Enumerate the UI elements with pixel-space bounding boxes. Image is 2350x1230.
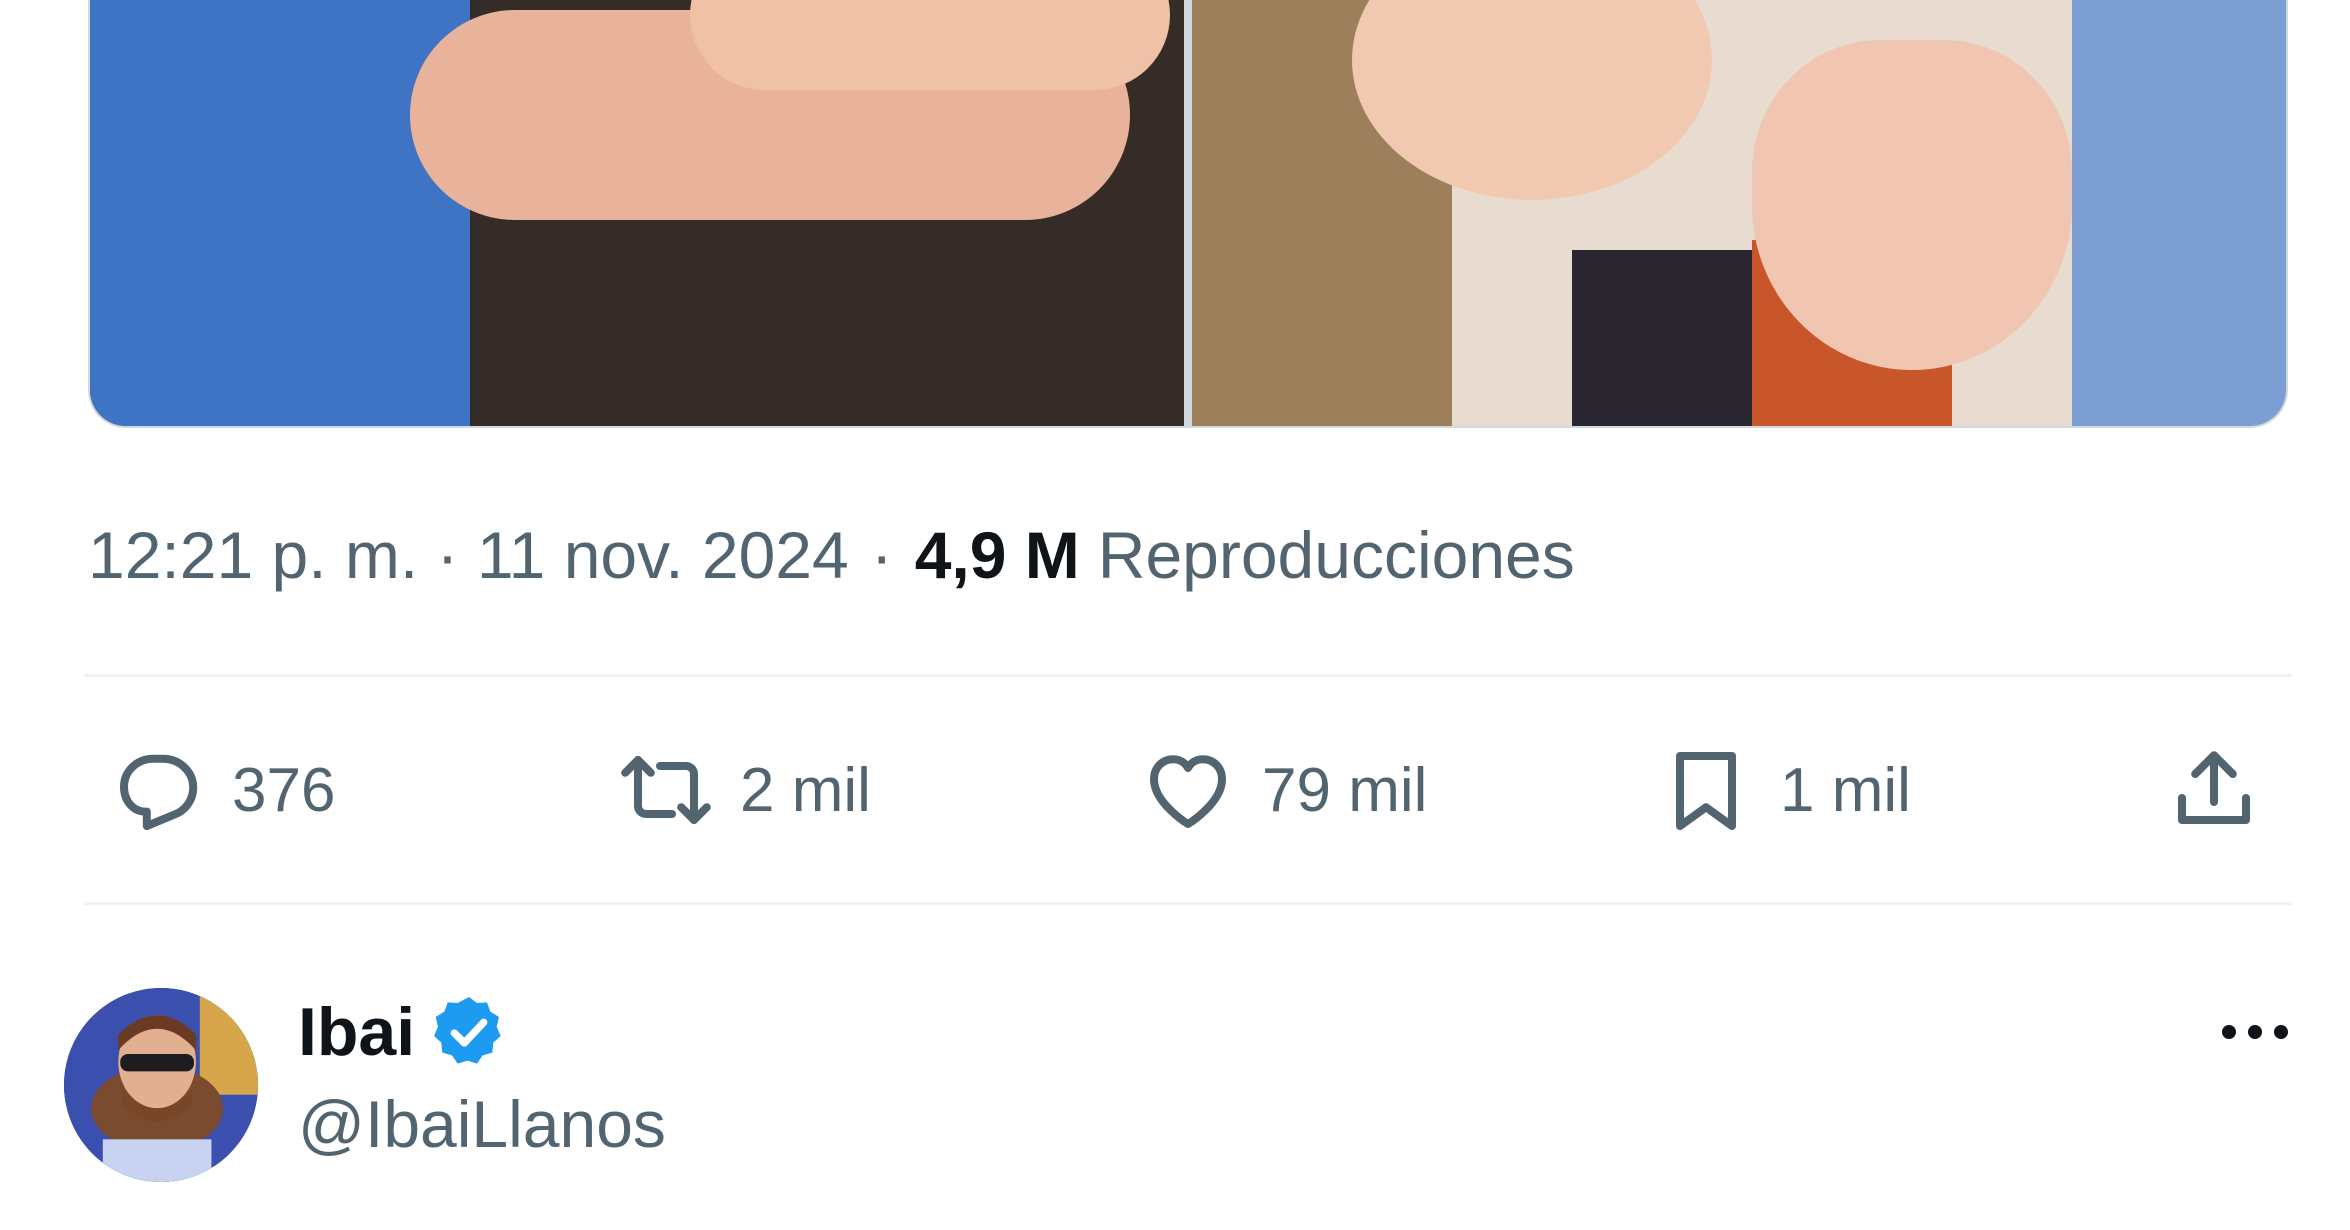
like-count: 79 mil: [1262, 755, 1428, 825]
divider: [84, 674, 2292, 677]
avatar-image: [64, 988, 258, 1182]
views-count: 4,9 M: [914, 518, 1080, 592]
author-name-row[interactable]: Ibai: [298, 990, 509, 1074]
verified-badge-icon[interactable]: [429, 992, 509, 1072]
retweet-button[interactable]: 2 mil: [618, 735, 871, 845]
views-label: Reproducciones: [1097, 518, 1575, 592]
bookmark-count: 1 mil: [1780, 755, 1911, 825]
tweet-meta: 12:21 p. m. · 11 nov. 2024 · 4,9 M Repro…: [88, 515, 1575, 595]
reply-count: 376: [232, 755, 336, 825]
retweet-icon: [621, 756, 711, 824]
like-button[interactable]: 79 mil: [1140, 735, 1427, 845]
tweet-photo-right[interactable]: [1192, 0, 2286, 426]
reply-button[interactable]: 376: [110, 735, 335, 845]
share-icon: [2178, 751, 2250, 824]
more-dot-icon: [2274, 1025, 2288, 1039]
tweet-action-bar: 376 2 mil 79 mil 1 mil: [88, 735, 2288, 845]
reply-icon: [120, 754, 198, 830]
meta-separator: ·: [870, 518, 893, 592]
tweet-timestamp[interactable]: 12:21 p. m. · 11 nov. 2024: [88, 517, 849, 593]
bookmark-button[interactable]: 1 mil: [1658, 735, 1911, 845]
more-dot-icon: [2222, 1025, 2236, 1039]
tweet-photo-left[interactable]: [90, 0, 1184, 426]
divider: [84, 902, 2292, 905]
more-dot-icon: [2248, 1025, 2262, 1039]
share-button[interactable]: [2166, 735, 2262, 845]
author-name[interactable]: Ibai: [298, 993, 415, 1071]
author-handle[interactable]: @IbaiLlanos: [298, 1086, 666, 1162]
avatar[interactable]: [64, 988, 258, 1182]
tweet-media-grid[interactable]: [88, 0, 2288, 428]
more-options-button[interactable]: [2200, 1002, 2310, 1062]
bookmark-icon: [1676, 752, 1736, 830]
retweet-count: 2 mil: [740, 755, 871, 825]
heart-icon: [1150, 755, 1226, 828]
